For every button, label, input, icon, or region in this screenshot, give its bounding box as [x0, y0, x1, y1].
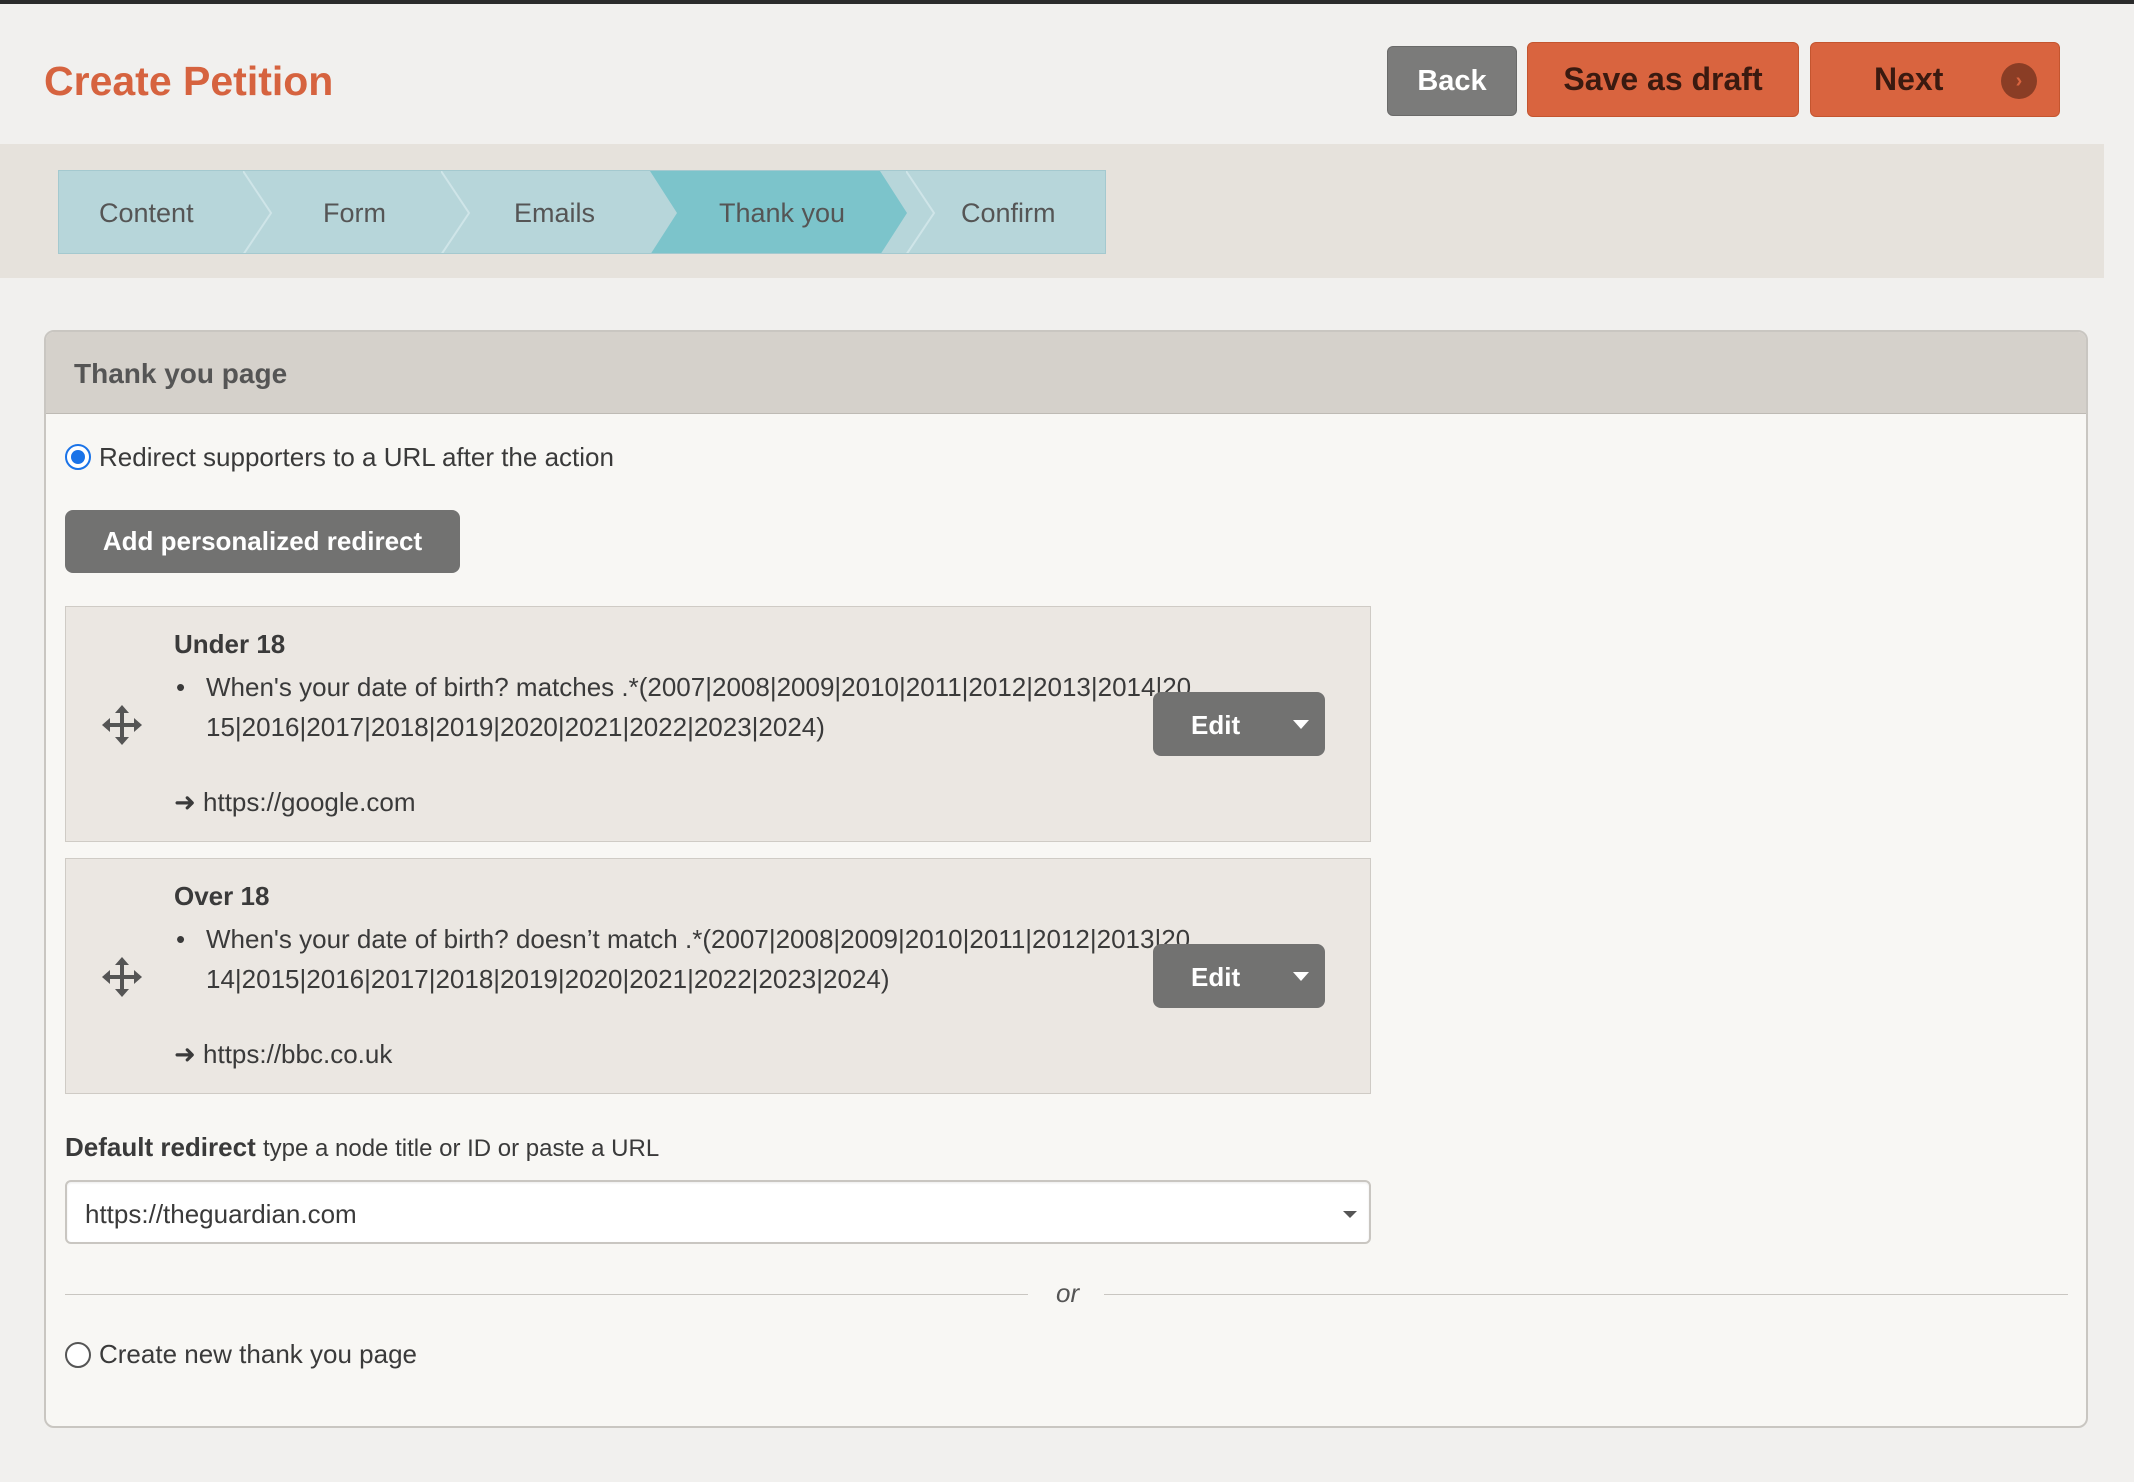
next-button-label: Next [1874, 61, 1944, 97]
step-form[interactable]: Form [323, 171, 386, 253]
next-button[interactable]: Next › [1810, 42, 2060, 117]
rule-condition: When's your date of birth? doesn’t match… [206, 924, 1191, 994]
divider [1104, 1294, 2068, 1295]
move-icon[interactable] [102, 705, 142, 745]
new-page-radio-label: Create new thank you page [99, 1339, 417, 1369]
back-button[interactable]: Back [1387, 46, 1517, 116]
arrow-right-icon: ➜ [174, 787, 204, 817]
new-page-radio[interactable] [65, 1342, 91, 1368]
default-redirect-value: https://theguardian.com [85, 1199, 357, 1229]
bullet-icon: • [176, 672, 186, 702]
step-divider [441, 171, 471, 253]
or-separator: or [1056, 1278, 1080, 1308]
edit-button-label: Edit [1191, 710, 1241, 740]
step-thank-you[interactable]: Thank you [719, 171, 845, 253]
rule-destination: ➜ https://bbc.co.uk [174, 1039, 392, 1070]
redirect-rule-card: Under 18 • When's your date of birth? ma… [65, 606, 1371, 842]
edit-rule-button[interactable]: Edit [1153, 944, 1325, 1008]
step-confirm[interactable]: Confirm [961, 171, 1056, 253]
chevron-right-icon: › [2001, 63, 2037, 99]
step-divider [243, 171, 273, 253]
page-title: Create Petition [44, 58, 334, 104]
caret-down-icon[interactable] [1293, 972, 1309, 981]
step-content[interactable]: Content [99, 171, 194, 253]
divider [65, 1294, 1028, 1295]
caret-down-icon[interactable] [1343, 1211, 1357, 1218]
wizard-steps: Content Form Emails Thank you Confirm [58, 170, 1106, 254]
rule-destination: ➜ https://google.com [174, 787, 415, 818]
panel-title: Thank you page [74, 358, 288, 389]
step-divider [906, 171, 936, 253]
panel-header: Thank you page [46, 332, 2086, 414]
rule-title: Under 18 [174, 629, 286, 659]
rule-destination-url: https://bbc.co.uk [203, 1039, 393, 1069]
default-redirect-title: Default redirect [65, 1132, 256, 1162]
caret-down-icon[interactable] [1293, 720, 1309, 729]
rule-condition: When's your date of birth? matches .*(20… [206, 672, 1192, 742]
rule-title: Over 18 [174, 881, 270, 911]
move-icon[interactable] [102, 957, 142, 997]
bullet-icon: • [176, 924, 186, 954]
redirect-rule-card: Over 18 • When's your date of birth? doe… [65, 858, 1371, 1094]
add-personalized-redirect-button[interactable]: Add personalized redirect [65, 510, 460, 573]
rule-destination-url: https://google.com [203, 787, 416, 817]
save-draft-button[interactable]: Save as draft [1527, 42, 1799, 117]
default-redirect-hint: type a node title or ID or paste a URL [262, 1135, 660, 1162]
edit-rule-button[interactable]: Edit [1153, 692, 1325, 756]
redirect-radio[interactable] [65, 444, 91, 470]
edit-button-label: Edit [1191, 962, 1241, 992]
default-redirect-input[interactable]: https://theguardian.com [65, 1180, 1371, 1244]
arrow-right-icon: ➜ [174, 1039, 204, 1069]
step-emails[interactable]: Emails [514, 171, 595, 253]
thank-you-panel: Thank you page Redirect supporters to a … [44, 330, 2088, 1428]
redirect-radio-label: Redirect supporters to a URL after the a… [99, 442, 614, 472]
default-redirect-label: Default redirect type a node title or ID… [65, 1132, 659, 1163]
